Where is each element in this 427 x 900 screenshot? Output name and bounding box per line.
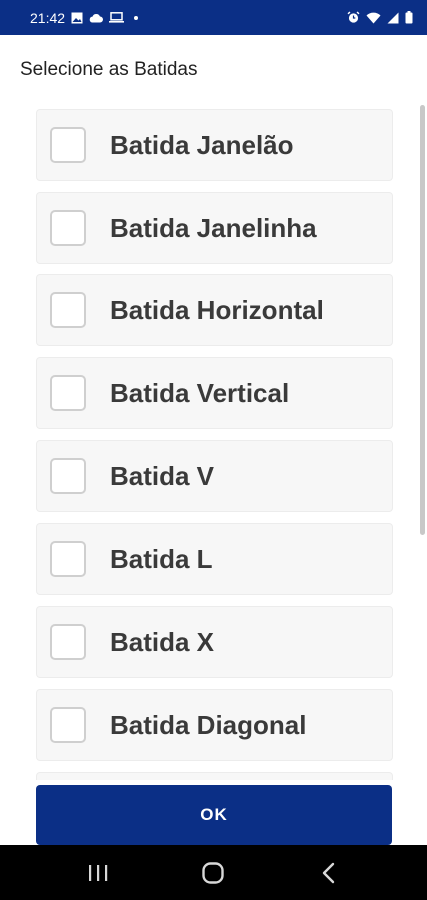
option-checkbox[interactable] bbox=[50, 707, 86, 743]
back-icon[interactable] bbox=[309, 853, 349, 893]
option-checkbox[interactable] bbox=[50, 292, 86, 328]
option-checkbox[interactable] bbox=[50, 458, 86, 494]
batidas-list[interactable]: Batida Janelão Batida Janelinha Batida H… bbox=[0, 105, 427, 780]
option-checkbox[interactable] bbox=[50, 127, 86, 163]
option-item[interactable]: Batida L bbox=[36, 523, 393, 595]
option-label: Batida Janelão bbox=[110, 129, 294, 160]
option-item[interactable]: Batida X bbox=[36, 606, 393, 678]
option-item[interactable] bbox=[36, 772, 393, 780]
option-label: Batida X bbox=[110, 626, 215, 657]
ok-button[interactable]: OK bbox=[36, 785, 392, 845]
dot-icon bbox=[134, 15, 139, 20]
option-item[interactable]: Batida Diagonal bbox=[36, 689, 393, 761]
scrollbar[interactable] bbox=[420, 105, 425, 535]
option-label: Batida Diagonal bbox=[110, 709, 307, 740]
option-checkbox[interactable] bbox=[50, 541, 86, 577]
page-title: Selecione as Batidas bbox=[20, 59, 198, 80]
status-bar: 21:42 bbox=[0, 0, 427, 35]
image-icon bbox=[71, 11, 83, 25]
option-label: Batida Janelinha bbox=[110, 212, 317, 243]
battery-icon bbox=[405, 11, 413, 25]
laptop-icon bbox=[109, 11, 125, 25]
option-label: Batida V bbox=[110, 460, 215, 491]
cloud-icon bbox=[89, 11, 104, 25]
wifi-icon bbox=[366, 11, 381, 25]
status-right bbox=[347, 11, 413, 25]
option-item[interactable]: Batida V bbox=[36, 440, 393, 512]
home-icon[interactable] bbox=[193, 853, 233, 893]
option-item[interactable]: Batida Janelão bbox=[36, 109, 393, 181]
option-label: Batida Horizontal bbox=[110, 294, 324, 325]
option-checkbox[interactable] bbox=[50, 375, 86, 411]
status-time: 21:42 bbox=[30, 9, 66, 26]
option-label: Batida Vertical bbox=[110, 377, 290, 408]
signal-icon bbox=[387, 11, 399, 25]
recent-apps-icon[interactable] bbox=[78, 853, 118, 893]
option-label: Batida L bbox=[110, 543, 213, 574]
option-item[interactable]: Batida Vertical bbox=[36, 357, 393, 429]
navigation-bar bbox=[0, 845, 427, 900]
status-left: 21:42 bbox=[30, 9, 139, 26]
option-checkbox[interactable] bbox=[50, 210, 86, 246]
dialog-header: Selecione as Batidas bbox=[0, 35, 427, 105]
option-item[interactable]: Batida Janelinha bbox=[36, 192, 393, 264]
alarm-icon bbox=[347, 11, 360, 25]
option-checkbox[interactable] bbox=[50, 624, 86, 660]
option-item[interactable]: Batida Horizontal bbox=[36, 274, 393, 346]
